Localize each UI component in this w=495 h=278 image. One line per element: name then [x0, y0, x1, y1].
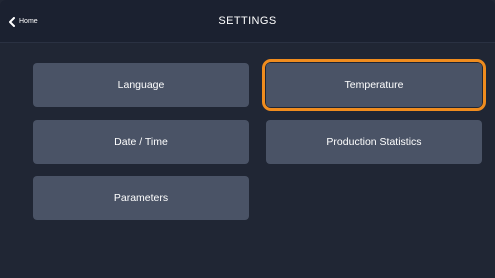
production-statistics-button[interactable]: Production Statistics [266, 120, 482, 164]
temperature-button[interactable]: Temperature [266, 63, 482, 107]
page-title: SETTINGS [218, 15, 277, 27]
language-button[interactable]: Language [33, 63, 249, 107]
parameters-button[interactable]: Parameters [33, 176, 249, 220]
top-bar: Home SETTINGS [0, 0, 495, 42]
date-time-button[interactable]: Date / Time [33, 120, 249, 164]
settings-screen: Home SETTINGS Language Temperature Date … [0, 0, 495, 278]
header-divider [0, 42, 495, 43]
